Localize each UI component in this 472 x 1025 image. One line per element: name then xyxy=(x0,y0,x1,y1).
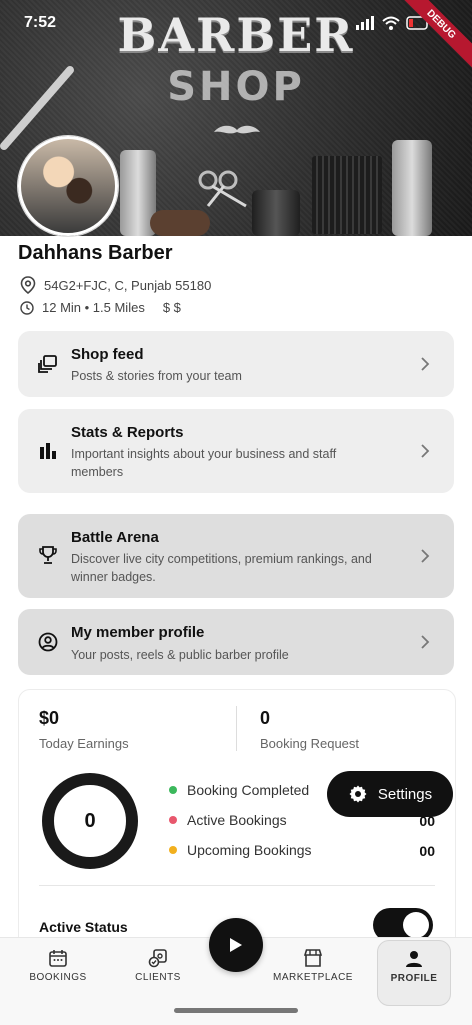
settings-button[interactable]: Settings xyxy=(327,771,453,817)
card-subtitle: Important insights about your business a… xyxy=(71,447,337,479)
shop-feed-card[interactable]: Shop feed Posts & stories from your team xyxy=(18,331,454,397)
active-status-label: Active Status xyxy=(39,919,128,935)
person-icon xyxy=(406,951,422,967)
legend-dot xyxy=(169,816,177,824)
nav-label: BOOKINGS xyxy=(29,972,87,983)
card-title: Shop feed xyxy=(71,346,144,363)
shop-address-row: 54G2+FJC, C, Punjab 55180 xyxy=(20,276,211,294)
nav-profile[interactable]: PROFILE xyxy=(377,940,451,1006)
chevron-right-icon xyxy=(421,635,430,649)
store-icon xyxy=(303,949,323,967)
shop-distance: 12 Min • 1.5 Miles xyxy=(42,300,145,315)
today-earnings-label: Today Earnings xyxy=(39,736,129,751)
nav-label: CLIENTS xyxy=(135,972,181,983)
legend-label: Upcoming Bookings xyxy=(187,842,312,858)
card-subtitle: Your posts, reels & public barber profil… xyxy=(71,648,289,662)
location-pin-icon xyxy=(20,276,36,294)
brush-decoration xyxy=(150,210,210,236)
calendar-icon xyxy=(49,950,67,967)
shop-price-level: $ $ xyxy=(162,300,181,315)
trimmer-decoration xyxy=(252,190,300,236)
settings-label: Settings xyxy=(377,785,433,803)
signal-icon xyxy=(356,16,374,30)
stats-reports-card[interactable]: Stats & Reports Important insights about… xyxy=(18,409,454,493)
battle-arena-card[interactable]: Battle Arena Discover live city competit… xyxy=(18,514,454,598)
mustache-icon xyxy=(214,125,260,134)
legend-dot xyxy=(169,786,177,794)
chevron-right-icon xyxy=(421,444,430,458)
nav-label: PROFILE xyxy=(390,973,438,984)
shop-meta-row: 12 Min • 1.5 Miles $ $ xyxy=(20,300,181,315)
nav-bookings[interactable]: BOOKINGS xyxy=(16,948,100,983)
booking-request-value: 0 xyxy=(260,708,271,728)
booking-request-label: Booking Request xyxy=(260,736,360,751)
legend-label: Booking Completed xyxy=(187,782,310,798)
home-indicator xyxy=(174,1008,298,1013)
legend-upcoming-bookings-value: 00 xyxy=(419,843,435,859)
clients-icon xyxy=(148,949,167,968)
card-subtitle: Posts & stories from your team xyxy=(71,369,242,383)
bar-chart-icon xyxy=(40,443,56,459)
scissors-icon xyxy=(198,170,247,208)
legend-upcoming-bookings: Upcoming Bookings xyxy=(169,842,312,858)
nav-marketplace[interactable]: MARKETPLACE xyxy=(268,948,358,983)
card-title: My member profile xyxy=(71,624,205,641)
member-profile-card[interactable]: My member profile Your posts, reels & pu… xyxy=(18,609,454,675)
legend-dot xyxy=(169,846,177,854)
play-button[interactable] xyxy=(209,918,263,972)
status-icons xyxy=(356,14,430,32)
legend-active-bookings: Active Bookings xyxy=(169,812,287,828)
clock-icon xyxy=(20,300,34,315)
today-earnings-value: $0 xyxy=(39,708,60,728)
shop-name: Dahhans Barber xyxy=(18,242,173,264)
chevron-right-icon xyxy=(421,549,430,563)
play-icon xyxy=(230,938,242,952)
status-time: 7:52 xyxy=(24,14,57,31)
legend-booking-completed: Booking Completed xyxy=(169,782,309,798)
chevron-right-icon xyxy=(421,357,430,371)
nav-label: MARKETPLACE xyxy=(273,972,353,983)
trophy-icon xyxy=(39,546,57,564)
shop-address: 54G2+FJC, C, Punjab 55180 xyxy=(44,277,212,293)
legend-label: Active Bookings xyxy=(187,812,287,828)
shop-avatar[interactable] xyxy=(18,136,118,236)
gear-icon xyxy=(349,785,367,803)
feed-icon xyxy=(38,355,57,373)
ring-center-value: 0 xyxy=(84,810,96,832)
stats-divider xyxy=(236,706,237,751)
card-title: Battle Arena xyxy=(71,529,159,546)
card-title: Stats & Reports xyxy=(71,424,184,441)
spray-bottle-decoration xyxy=(392,140,432,236)
nav-clients[interactable]: CLIENTS xyxy=(116,948,200,983)
wifi-icon xyxy=(382,16,400,30)
toggle-knob xyxy=(403,912,429,938)
comb-decoration xyxy=(312,156,382,234)
user-circle-icon xyxy=(38,632,58,652)
stats-separator xyxy=(39,885,435,886)
card-subtitle: Discover live city competitions, premium… xyxy=(71,552,372,584)
